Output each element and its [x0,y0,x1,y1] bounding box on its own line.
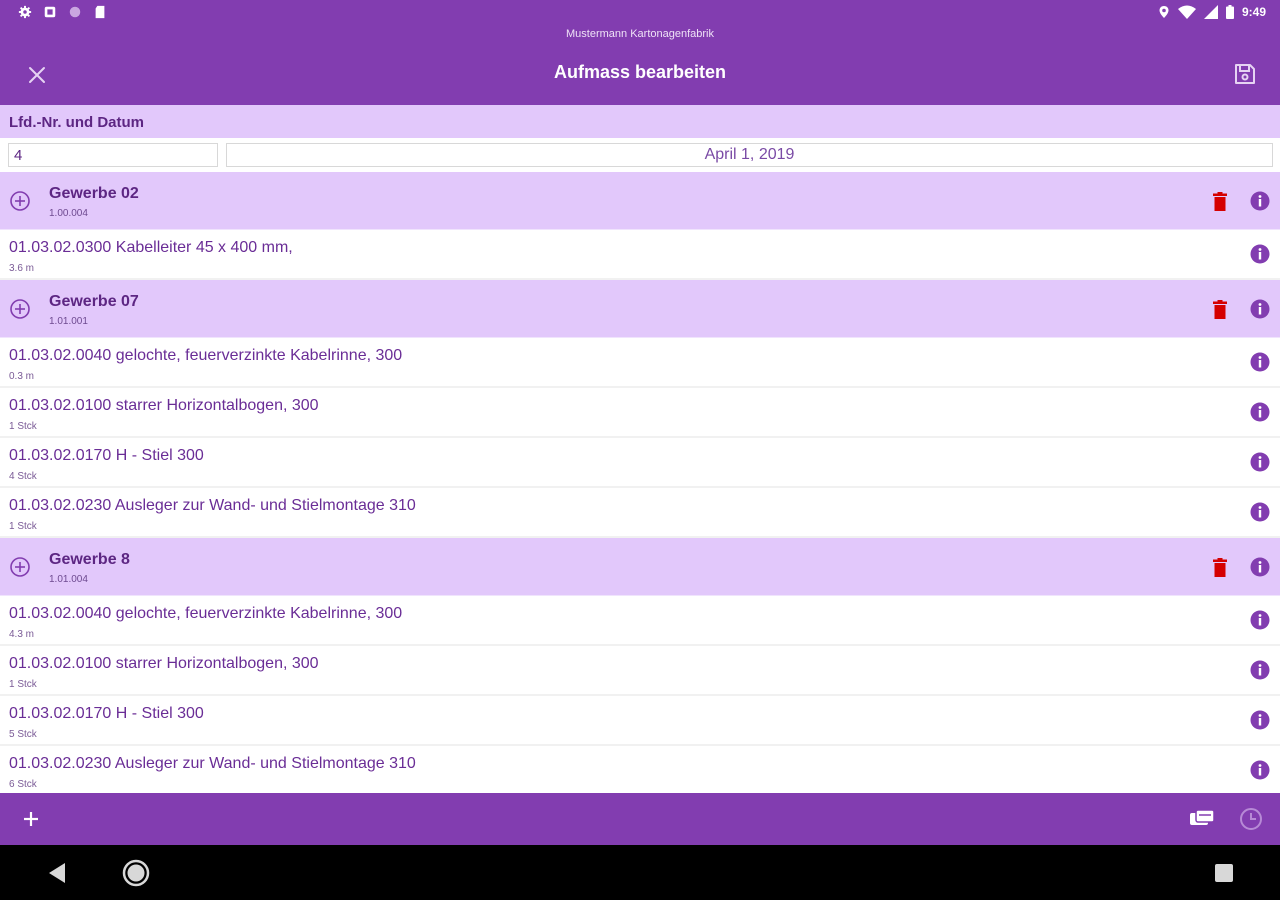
number-input[interactable] [8,143,218,167]
save-icon [1235,64,1255,84]
date-input[interactable] [226,143,1273,167]
list-item[interactable]: 01.03.02.0230 Ausleger zur Wand- und Sti… [0,746,1280,796]
battery-icon [1225,5,1234,19]
list-item[interactable]: 01.03.02.0300 Kabelleiter 45 x 400 mm, 3… [0,230,1280,280]
trash-icon[interactable] [1210,299,1230,321]
item-quantity: 1 Stck [9,679,37,690]
item-quantity: 5 Stck [9,729,37,740]
item-title: 01.03.02.0170 H - Stiel 300 [9,705,204,722]
notification-icon [44,6,56,18]
group-subtitle: 1.00.004 [49,208,88,219]
info-icon[interactable] [1249,759,1271,781]
group-header[interactable]: Gewerbe 8 1.01.004 [0,538,1280,596]
info-icon[interactable] [1249,190,1271,212]
item-title: 01.03.02.0300 Kabelleiter 45 x 400 mm, [9,239,293,256]
info-icon[interactable] [1249,556,1271,578]
add-icon [24,812,38,826]
item-quantity: 1 Stck [9,421,37,432]
item-quantity: 1 Stck [9,521,37,532]
status-bar-left-icons [18,5,107,19]
page-title: Aufmass bearbeiten [553,62,727,82]
group-subtitle: 1.01.004 [49,574,88,585]
status-time: 9:49 [1241,5,1266,19]
list-item[interactable]: 01.03.02.0040 gelochte, feuerverzinkte K… [0,338,1280,388]
info-icon[interactable] [1249,243,1271,265]
list-item[interactable]: 01.03.02.0100 starrer Horizontalbogen, 3… [0,388,1280,438]
info-icon[interactable] [1249,501,1271,523]
clock-icon[interactable] [1238,806,1264,832]
item-title: 01.03.02.0170 H - Stiel 300 [9,447,204,464]
item-title: 01.03.02.0100 starrer Horizontalbogen, 3… [9,655,319,672]
signal-icon [1203,5,1218,19]
list-item[interactable]: 01.03.02.0170 H - Stiel 300 4 Stck [0,438,1280,488]
measurement-list: Gewerbe 02 1.00.004 01.03.02.0300 Kabell… [0,172,1280,796]
item-quantity: 0.3 m [9,371,35,382]
list-item[interactable]: 01.03.02.0100 starrer Horizontalbogen, 3… [0,646,1280,696]
info-icon[interactable] [1249,659,1271,681]
group-header[interactable]: Gewerbe 02 1.00.004 [0,172,1280,230]
list-item[interactable]: 01.03.02.0230 Ausleger zur Wand- und Sti… [0,488,1280,538]
status-bar-right-icons: 9:49 [1158,5,1266,19]
cards-icon[interactable] [1188,806,1216,832]
save-button[interactable] [1230,59,1260,89]
group-header[interactable]: Gewerbe 07 1.01.001 [0,280,1280,338]
section-header: Lfd.-Nr. und Datum [0,105,1280,138]
info-icon[interactable] [1249,401,1271,423]
company-name: Mustermann Kartonagenfabrik [566,28,714,40]
expand-icon[interactable] [9,190,31,212]
bottom-app-bar [0,793,1280,845]
group-title: Gewerbe 02 [49,185,139,202]
recent-apps-icon[interactable] [1214,863,1234,883]
trash-icon[interactable] [1210,191,1230,213]
info-icon[interactable] [1249,709,1271,731]
expand-icon[interactable] [9,298,31,320]
settings-icon [18,5,32,19]
item-quantity: 3.6 m [9,263,35,274]
item-quantity: 4.3 m [9,629,35,640]
number-date-row [0,138,1280,172]
group-title: Gewerbe 8 [49,551,130,568]
back-icon[interactable] [46,861,68,885]
add-button[interactable] [18,806,44,832]
item-title: 01.03.02.0230 Ausleger zur Wand- und Sti… [9,497,416,514]
sd-card-icon [95,5,105,19]
item-title: 01.03.02.0100 starrer Horizontalbogen, 3… [9,397,319,414]
item-title: 01.03.02.0230 Ausleger zur Wand- und Sti… [9,755,416,772]
info-icon[interactable] [1249,609,1271,631]
circle-icon [69,6,81,18]
info-icon[interactable] [1249,451,1271,473]
item-quantity: 4 Stck [9,471,37,482]
list-item[interactable]: 01.03.02.0170 H - Stiel 300 5 Stck [0,696,1280,746]
info-icon[interactable] [1249,351,1271,373]
trash-icon[interactable] [1210,557,1230,579]
item-title: 01.03.02.0040 gelochte, feuerverzinkte K… [9,347,403,364]
status-bar: 9:49 [0,0,1280,26]
system-navigation-bar [0,845,1280,900]
app-bar: Mustermann Kartonagenfabrik Aufmass bear… [0,26,1280,105]
item-quantity: 6 Stck [9,779,37,790]
list-item[interactable]: 01.03.02.0040 gelochte, feuerverzinkte K… [0,596,1280,646]
group-subtitle: 1.01.001 [49,316,88,327]
group-title: Gewerbe 07 [49,293,139,310]
home-icon[interactable] [122,859,150,887]
item-title: 01.03.02.0040 gelochte, feuerverzinkte K… [9,605,403,622]
expand-icon[interactable] [9,556,31,578]
info-icon[interactable] [1249,298,1271,320]
location-icon [1159,6,1169,18]
wifi-icon [1177,5,1196,19]
